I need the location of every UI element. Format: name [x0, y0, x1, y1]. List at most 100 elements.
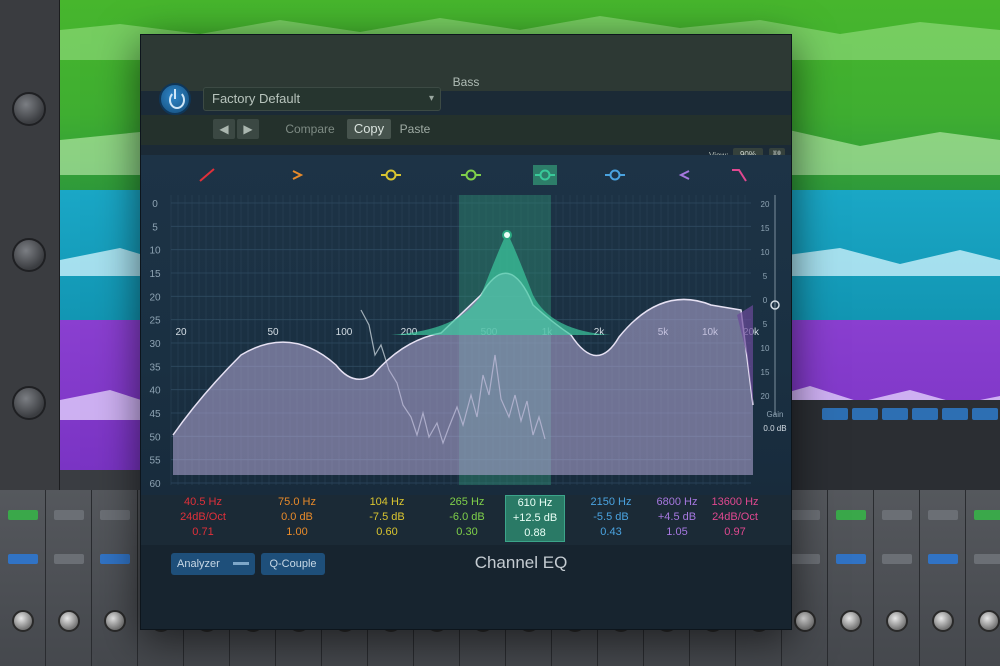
region-chip[interactable]	[942, 408, 968, 420]
bell-1-icon[interactable]	[381, 169, 401, 181]
strip-button[interactable]	[100, 510, 130, 520]
low-shelf-icon[interactable]	[292, 170, 304, 180]
band-gain[interactable]: -7.5 dB	[351, 510, 423, 525]
strip-pan-knob[interactable]	[840, 610, 862, 632]
pan-knob[interactable]	[12, 92, 46, 126]
paste-button[interactable]: Paste	[395, 119, 435, 139]
next-preset-button[interactable]: ▶	[237, 119, 259, 139]
band-frequency[interactable]: 40.5 Hz	[167, 495, 239, 510]
power-button[interactable]	[159, 83, 191, 115]
strip-pan-knob[interactable]	[932, 610, 954, 632]
strip-button[interactable]	[974, 554, 1000, 564]
strip-button[interactable]	[836, 554, 866, 564]
band-q[interactable]: 0.60	[351, 525, 423, 540]
strip-button[interactable]	[928, 554, 958, 564]
strip-pan-knob[interactable]	[12, 610, 34, 632]
gain-scale-label: 15	[761, 224, 770, 233]
band-8-params[interactable]: 13600 Hz 24dB/Oct 0.97	[699, 495, 771, 540]
band-q[interactable]: 0.97	[699, 525, 771, 540]
band-handle[interactable]	[502, 230, 512, 240]
analyzer-button[interactable]: Analyzer	[171, 553, 255, 575]
q-couple-button[interactable]: Q-Couple	[261, 553, 325, 575]
band-frequency[interactable]: 2150 Hz	[575, 495, 647, 510]
db-scale-label: 50	[149, 432, 161, 443]
region-chip[interactable]	[912, 408, 938, 420]
band-q[interactable]: 0.71	[167, 525, 239, 540]
band-frequency[interactable]: 13600 Hz	[699, 495, 771, 510]
chevron-down-icon: ▾	[428, 93, 434, 104]
gain-scale-label: 15	[761, 368, 770, 377]
band-4-params[interactable]: 265 Hz -6.0 dB 0.30	[431, 495, 503, 540]
region-chip[interactable]	[852, 408, 878, 420]
mixer-channel-strip[interactable]	[920, 490, 966, 666]
strip-button[interactable]	[882, 510, 912, 520]
band-gain[interactable]: -6.0 dB	[431, 510, 503, 525]
db-scale-label: 0	[152, 199, 158, 210]
strip-button[interactable]	[100, 554, 130, 564]
band-gain[interactable]: 0.0 dB	[261, 510, 333, 525]
band-2-params[interactable]: 75.0 Hz 0.0 dB 1.00	[261, 495, 333, 540]
mixer-channel-strip[interactable]	[966, 490, 1000, 666]
strip-button[interactable]	[974, 510, 1000, 520]
strip-button[interactable]	[928, 510, 958, 520]
strip-pan-knob[interactable]	[104, 610, 126, 632]
mixer-channel-strip[interactable]	[874, 490, 920, 666]
mixer-channel-strip[interactable]	[828, 490, 874, 666]
strip-pan-knob[interactable]	[794, 610, 816, 632]
eq-graph[interactable]: 05101520253035404550556020501002005001k2…	[141, 155, 791, 495]
band-gain[interactable]: 24dB/Oct	[167, 510, 239, 525]
band-frequency[interactable]: 610 Hz	[506, 496, 564, 511]
band-3-params[interactable]: 104 Hz -7.5 dB 0.60	[351, 495, 423, 540]
db-scale-label: 40	[149, 386, 161, 397]
strip-button[interactable]	[54, 510, 84, 520]
strip-button[interactable]	[790, 554, 820, 564]
frequency-label: 2k	[594, 327, 606, 338]
strip-button[interactable]	[8, 554, 38, 564]
region-chip[interactable]	[972, 408, 998, 420]
mixer-channel-strip[interactable]	[46, 490, 92, 666]
band-q[interactable]: 0.43	[575, 525, 647, 540]
band-6-params[interactable]: 2150 Hz -5.5 dB 0.43	[575, 495, 647, 540]
band-q[interactable]: 1.00	[261, 525, 333, 540]
previous-preset-button[interactable]: ◀	[213, 119, 235, 139]
strip-button[interactable]	[54, 554, 84, 564]
bell-3-icon[interactable]	[533, 165, 557, 185]
track-header-column	[0, 0, 60, 490]
strip-pan-knob[interactable]	[978, 610, 1000, 632]
bell-4-icon[interactable]	[605, 169, 625, 181]
band-5-params[interactable]: 610 Hz +12.5 dB 0.88	[505, 495, 565, 542]
pan-knob[interactable]	[12, 238, 46, 272]
band-q[interactable]: 0.88	[506, 526, 564, 541]
band-gain[interactable]: 24dB/Oct	[699, 510, 771, 525]
copy-button[interactable]: Copy	[347, 119, 391, 139]
strip-button[interactable]	[8, 510, 38, 520]
band-parameters: 40.5 Hz 24dB/Oct 0.71 75.0 Hz 0.0 dB 1.00 104 …	[141, 495, 791, 545]
mixer-channel-strip[interactable]	[0, 490, 46, 666]
strip-button[interactable]	[882, 554, 912, 564]
window-titlebar[interactable]: Bass	[141, 35, 791, 91]
db-scale-label: 45	[149, 409, 161, 420]
region-chip[interactable]	[882, 408, 908, 420]
mixer-channel-strip[interactable]	[92, 490, 138, 666]
region-chip[interactable]	[822, 408, 848, 420]
strip-button[interactable]	[836, 510, 866, 520]
band-frequency[interactable]: 265 Hz	[431, 495, 503, 510]
low-cut-icon[interactable]	[199, 168, 215, 182]
band-gain[interactable]: +12.5 dB	[506, 511, 564, 526]
eq-display[interactable]: 05101520253035404550556020501002005001k2…	[141, 155, 791, 495]
band-frequency[interactable]: 104 Hz	[351, 495, 423, 510]
band-q[interactable]: 0.30	[431, 525, 503, 540]
strip-pan-knob[interactable]	[886, 610, 908, 632]
high-shelf-icon[interactable]	[678, 170, 690, 180]
pan-knob[interactable]	[12, 386, 46, 420]
strip-pan-knob[interactable]	[58, 610, 80, 632]
compare-button[interactable]: Compare	[281, 119, 339, 139]
high-cut-icon[interactable]	[732, 169, 747, 182]
band-1-params[interactable]: 40.5 Hz 24dB/Oct 0.71	[167, 495, 239, 540]
preset-selector[interactable]: Factory Default ▾	[203, 87, 441, 111]
db-scale-label: 15	[149, 269, 161, 280]
band-gain[interactable]: -5.5 dB	[575, 510, 647, 525]
strip-button[interactable]	[790, 510, 820, 520]
bell-2-icon[interactable]	[461, 169, 481, 181]
band-frequency[interactable]: 75.0 Hz	[261, 495, 333, 510]
